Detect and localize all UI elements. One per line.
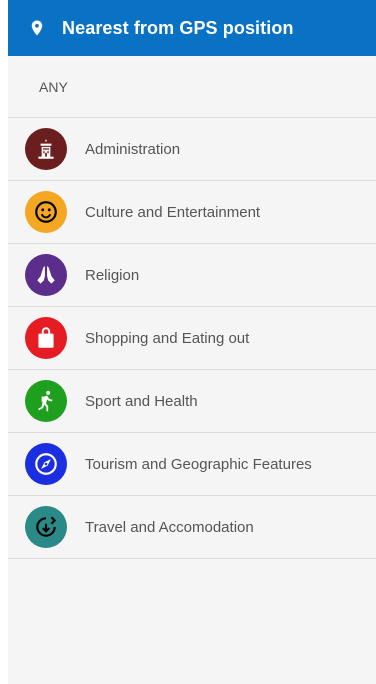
list-item-label: Sport and Health: [85, 392, 198, 410]
screen: Nearest from GPS position ANY Administra…: [8, 0, 376, 684]
list-item-label: Travel and Accomodation: [85, 518, 254, 536]
list-item-any[interactable]: ANY: [8, 56, 376, 118]
list-item-sport[interactable]: Sport and Health: [8, 370, 376, 433]
app-bar: Nearest from GPS position: [8, 0, 376, 56]
list-item-label: Tourism and Geographic Features: [85, 455, 312, 473]
compass-icon: [25, 443, 67, 485]
list-item-religion[interactable]: Religion: [8, 244, 376, 307]
list-item-label: Religion: [85, 266, 140, 284]
smiley-face-icon: [25, 191, 67, 233]
shopping-bag-icon: [25, 317, 67, 359]
list-item-travel[interactable]: Travel and Accomodation: [8, 496, 376, 559]
list-item-tourism[interactable]: Tourism and Geographic Features: [8, 433, 376, 496]
any-label: ANY: [39, 78, 68, 95]
list-item-administration[interactable]: Administration: [8, 118, 376, 181]
list-item-label: Administration: [85, 140, 181, 158]
list-item-label: Shopping and Eating out: [85, 329, 250, 347]
category-list: ANY Administration Culture and Entertain…: [8, 56, 376, 559]
list-item-culture[interactable]: Culture and Entertainment: [8, 181, 376, 244]
government-building-icon: [25, 128, 67, 170]
list-item-label: Culture and Entertainment: [85, 203, 261, 221]
travel-arrow-icon: [25, 506, 67, 548]
list-item-shopping[interactable]: Shopping and Eating out: [8, 307, 376, 370]
page-title: Nearest from GPS position: [62, 17, 294, 38]
running-person-icon: [25, 380, 67, 422]
praying-hands-icon: [25, 254, 67, 296]
location-pin-icon: [31, 20, 43, 36]
